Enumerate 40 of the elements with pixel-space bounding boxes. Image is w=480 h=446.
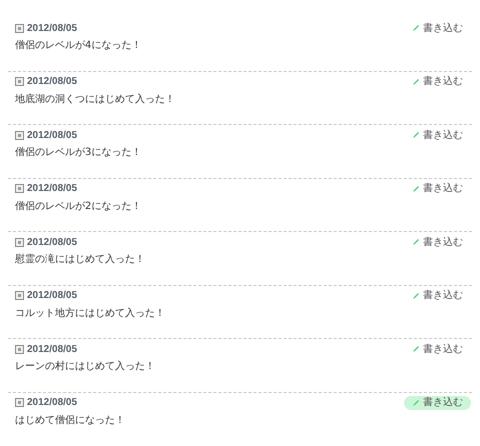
entry-date: 2012/08/05 [27,342,78,356]
calendar-icon [15,344,24,354]
entry-message: 地底湖の洞くつにはじめて入った！ [15,92,176,106]
calendar-icon [15,398,24,407]
entry-date: 2012/08/05 [27,128,78,142]
calendar-icon [15,130,24,140]
entry-date: 2012/08/05 [27,22,78,36]
write-button[interactable]: 書き込む [404,182,471,196]
pencil-icon [412,398,420,406]
entry-date: 2012/08/05 [27,396,78,410]
write-button[interactable]: 書き込む [404,396,471,410]
entry-date: 2012/08/05 [27,289,78,303]
entry-message: はじめて僧侶になった！ [15,414,126,428]
pencil-icon [412,292,420,300]
calendar-icon [15,238,24,246]
entry-date: 2012/08/05 [27,75,78,89]
entry-message: レーンの村にはじめて入った！ [15,360,156,374]
write-button[interactable]: 書き込む [404,342,471,356]
entry-message: コルット地方にはじめて入った！ [15,306,166,320]
entry-message: 僧侶のレベルが2になった！ [15,200,142,214]
pencil-icon [412,131,420,139]
entry-message: 僧侶のレベルが3になった！ [15,146,142,160]
pencil-icon [412,24,420,32]
calendar-icon [15,77,24,86]
entry-date: 2012/08/05 [27,236,78,250]
pencil-icon [412,345,420,353]
write-button[interactable]: 書き込む [404,21,471,35]
calendar-icon [15,291,24,300]
entry-message: 僧侶のレベルが4になった！ [15,39,142,53]
write-button[interactable]: 書き込む [404,74,471,88]
write-button[interactable]: 書き込む [404,235,471,249]
write-button[interactable]: 書き込む [404,288,471,302]
pencil-icon [412,78,420,86]
pencil-icon [412,238,420,246]
entry-message: 慰霊の滝にはじめて入った！ [15,252,146,267]
write-button[interactable]: 書き込む [404,128,471,142]
calendar-icon [15,24,24,32]
pencil-icon [412,184,420,192]
calendar-icon [15,184,24,193]
entry-date: 2012/08/05 [27,182,78,196]
